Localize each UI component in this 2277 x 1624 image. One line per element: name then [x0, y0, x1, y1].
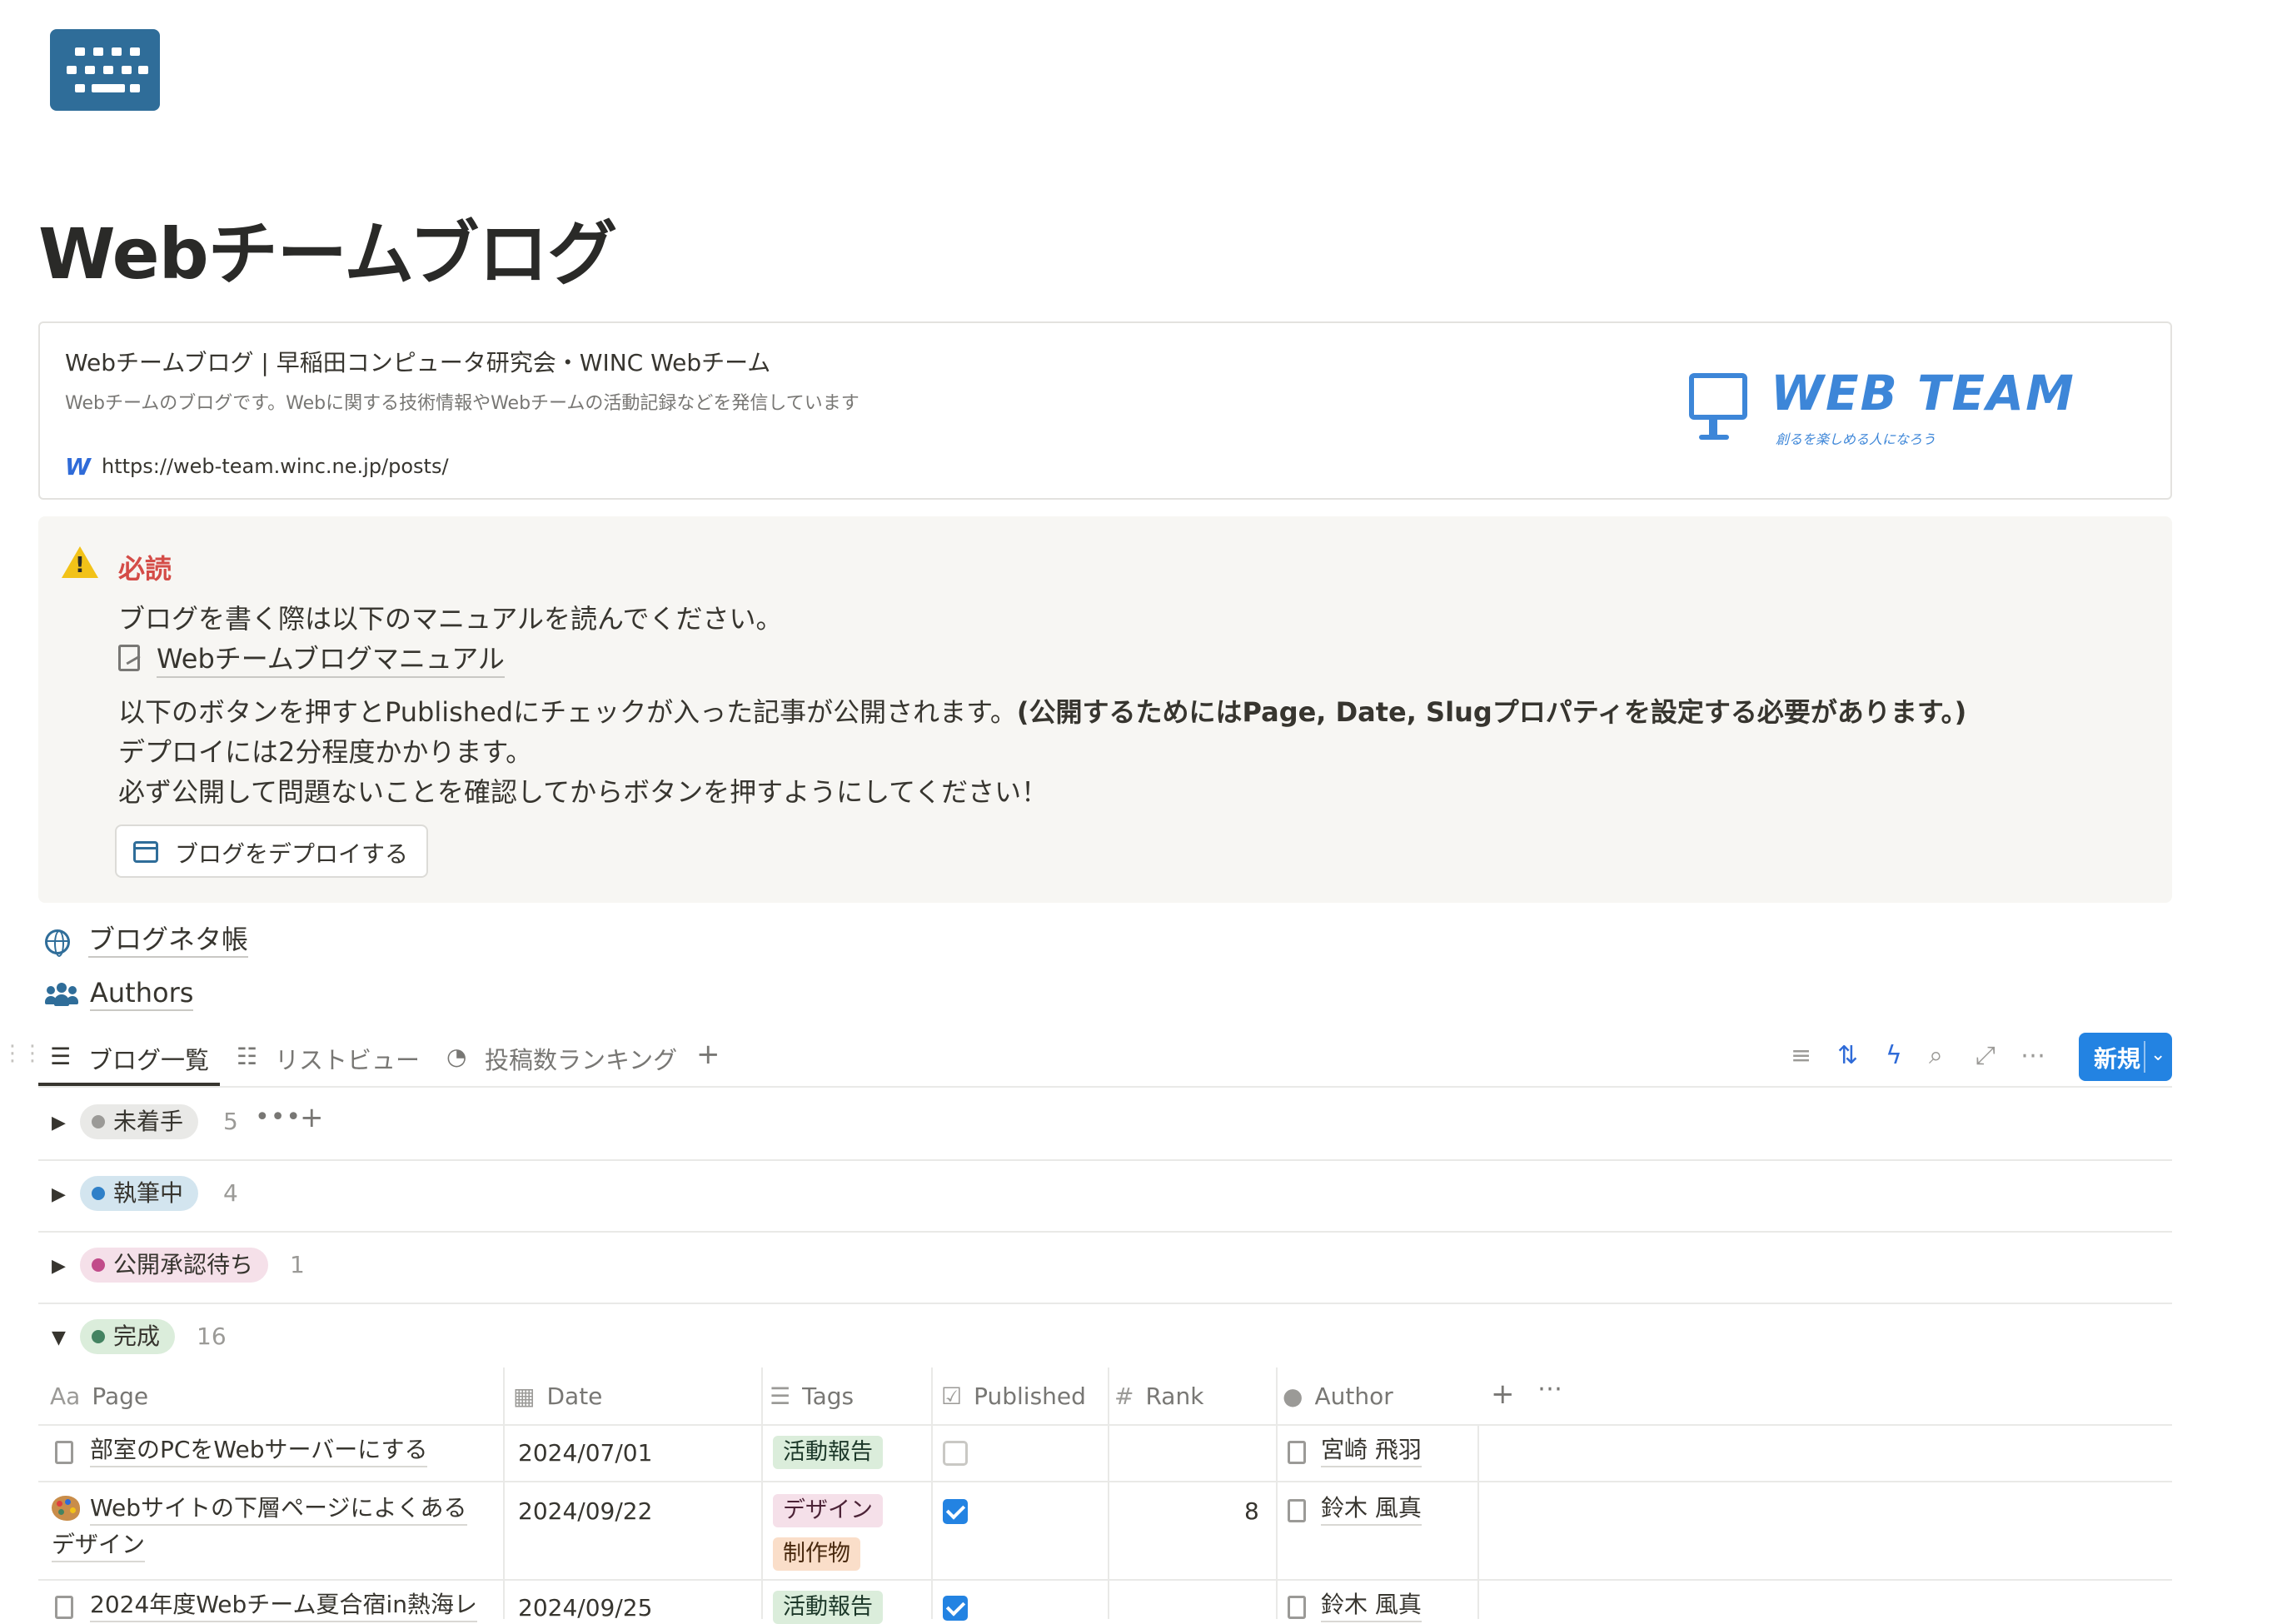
callout-title: 必読 — [118, 553, 172, 585]
bookmark-description: Webチームのブログです。Webに関する技術情報やWebチームの活動記録などを発… — [65, 393, 859, 414]
callout-block: ! 必読 ブログを書く際は以下のマニュアルを読んでください。 Webチームブログ… — [38, 516, 2172, 903]
bookmark-title: Webチームブログ | 早稲田コンピュータ研究会・WINC Webチーム — [65, 349, 771, 376]
page-icon — [1288, 1596, 1306, 1619]
tag-badge: 活動報告 — [773, 1591, 883, 1624]
database-view-tabs: ☰ ブログ一覧 ☷ リストビュー ◔ 投稿数ランキング + ≡ ⇅ ϟ ⌕ ⤢ … — [38, 1026, 2172, 1088]
person-icon: ● — [1283, 1382, 1303, 1410]
keyboard-icon[interactable] — [50, 29, 160, 111]
list-icon: ☰ — [770, 1382, 791, 1410]
tag-badge: 活動報告 — [773, 1436, 883, 1469]
calendar-icon: ▦ — [513, 1382, 536, 1410]
row-date: 2024/07/01 — [518, 1439, 653, 1467]
new-entry-button[interactable]: 新規 ⌄ — [2079, 1033, 2172, 1081]
monitor-icon — [1689, 373, 1747, 420]
deploy-button[interactable]: ブログをデプロイする — [115, 824, 428, 878]
favicon-icon: W — [65, 453, 91, 481]
caret-right-icon[interactable]: ▶ — [52, 1256, 66, 1277]
status-badge: 完成 — [80, 1319, 176, 1354]
linked-page-icon — [118, 645, 140, 671]
caret-right-icon[interactable]: ▶ — [52, 1184, 66, 1205]
page-icon — [55, 1596, 73, 1619]
automation-lightning-icon[interactable]: ϟ — [1886, 1041, 1902, 1070]
add-property-icon[interactable]: + — [1491, 1377, 1515, 1411]
table-header: Aa Page ▦ Date ☰ Tags ☑ Published # Rank ● Aut… — [38, 1367, 2172, 1426]
search-icon[interactable]: ⌕ — [1929, 1041, 1943, 1070]
bookmark-url: https://web-team.winc.ne.jp/posts/ — [102, 455, 449, 478]
browser-window-icon — [133, 841, 158, 863]
column-header-tags[interactable]: ☰ Tags — [770, 1382, 854, 1410]
table-row[interactable]: Webサイトの下層ページによくある デザイン 2024/09/22 デザイン 制… — [38, 1482, 2172, 1581]
drag-handle-icon[interactable]: ⋮⋮ — [2, 1041, 43, 1066]
group-not-started[interactable]: ▶ 未着手 5 ••• + — [38, 1088, 2172, 1161]
row-author[interactable]: 鈴木 風真 — [1321, 1589, 1422, 1622]
list-icon: ☰ — [50, 1043, 72, 1070]
globe-icon — [45, 929, 70, 957]
people-icon — [45, 983, 78, 1008]
row-title[interactable]: 2024年度Webチーム夏合宿in熱海レ — [90, 1589, 477, 1622]
status-badge: 未着手 — [80, 1104, 199, 1139]
row-date: 2024/09/22 — [518, 1497, 653, 1525]
column-header-page[interactable]: Aa Page — [50, 1382, 148, 1410]
filter-icon[interactable]: ≡ — [1791, 1041, 1811, 1070]
active-tab-indicator — [38, 1083, 220, 1086]
row-author[interactable]: 鈴木 風真 — [1321, 1492, 1422, 1526]
group-count: 5 — [223, 1108, 238, 1135]
number-icon: # — [1114, 1382, 1134, 1410]
bookmark-card[interactable]: Webチームブログ | 早稲田コンピュータ研究会・WINC Webチーム Web… — [38, 321, 2172, 500]
column-header-author[interactable]: ● Author — [1283, 1382, 1393, 1410]
column-header-published[interactable]: ☑ Published — [941, 1382, 1086, 1410]
logo-subtext: 創るを楽しめる人になろう — [1776, 431, 1936, 447]
row-date: 2024/09/25 — [518, 1594, 653, 1622]
column-header-date[interactable]: ▦ Date — [513, 1382, 602, 1410]
column-header-rank[interactable]: # Rank — [1114, 1382, 1203, 1410]
callout-text-4: 必ず公開して問題ないことを確認してからボタンを押すようにしてください！ — [118, 776, 1049, 808]
page-icon — [1288, 1441, 1306, 1464]
published-checkbox[interactable] — [943, 1499, 968, 1524]
status-badge: 公開承認待ち — [80, 1248, 269, 1283]
more-options-icon[interactable]: ⋯ — [1537, 1374, 1562, 1403]
plus-icon: + — [696, 1038, 720, 1071]
published-checkbox[interactable] — [943, 1596, 968, 1621]
row-author[interactable]: 宮崎 飛羽 — [1321, 1434, 1422, 1467]
plus-icon[interactable]: + — [300, 1101, 324, 1134]
page-icon — [1288, 1499, 1306, 1522]
page-icon — [55, 1441, 73, 1464]
tag-badge: デザイン — [773, 1494, 883, 1527]
expand-icon[interactable]: ⤢ — [1976, 1041, 1995, 1070]
row-title[interactable]: Webサイトの下層ページによくある — [90, 1492, 467, 1526]
more-options-icon[interactable]: ••• — [255, 1103, 301, 1132]
caret-down-icon[interactable]: ▼ — [52, 1328, 66, 1348]
page-title[interactable]: Webチームブログ — [38, 198, 617, 299]
checkbox-icon: ☑ — [941, 1382, 963, 1410]
row-title[interactable]: 部室のPCをWebサーバーにする — [90, 1434, 428, 1467]
chevron-down-icon[interactable]: ⌄ — [2150, 1044, 2165, 1065]
callout-text-2: 以下のボタンを押すとPublishedにチェックが入った記事が公開されます。(公… — [118, 696, 1967, 728]
group-count: 4 — [223, 1179, 238, 1207]
tag-badge: 制作物 — [773, 1537, 860, 1571]
palette-icon — [52, 1496, 80, 1521]
logo-text: WEB TEAM — [1771, 365, 2075, 421]
group-completed[interactable]: ▼ 完成 16 — [38, 1303, 2172, 1367]
published-checkbox[interactable] — [943, 1441, 968, 1466]
row-rank: 8 — [1244, 1497, 1259, 1525]
group-count: 16 — [197, 1323, 227, 1350]
callout-text-3: デプロイには2分程度かかります。 — [118, 736, 533, 768]
sort-icon[interactable]: ⇅ — [1837, 1041, 1858, 1070]
manual-link-label: Webチームブログマニュアル — [157, 641, 505, 678]
table-row[interactable]: 部室のPCをWebサーバーにする 2024/07/01 活動報告 宮崎 飛羽 — [38, 1424, 2172, 1482]
bookmark-thumbnail: WEB TEAM 創るを楽しめる人になろう — [1681, 365, 2097, 456]
status-badge: 執筆中 — [80, 1176, 199, 1211]
group-awaiting-approval[interactable]: ▶ 公開承認待ち 1 — [38, 1231, 2172, 1304]
group-count: 1 — [290, 1251, 305, 1278]
caret-right-icon[interactable]: ▶ — [52, 1113, 66, 1133]
callout-text-1: ブログを書く際は以下のマニュアルを読んでください。 — [118, 603, 783, 635]
row-title-continued[interactable]: デザイン — [52, 1529, 146, 1562]
more-options-icon[interactable]: ⋯ — [2020, 1041, 2045, 1070]
pie-chart-icon: ◔ — [446, 1043, 467, 1070]
bullet-list-icon: ☷ — [237, 1043, 258, 1070]
table-row[interactable]: 2024年度Webチーム夏合宿in熱海レ 2024/09/25 活動報告 鈴木 … — [38, 1581, 2172, 1624]
group-writing[interactable]: ▶ 執筆中 4 — [38, 1159, 2172, 1233]
